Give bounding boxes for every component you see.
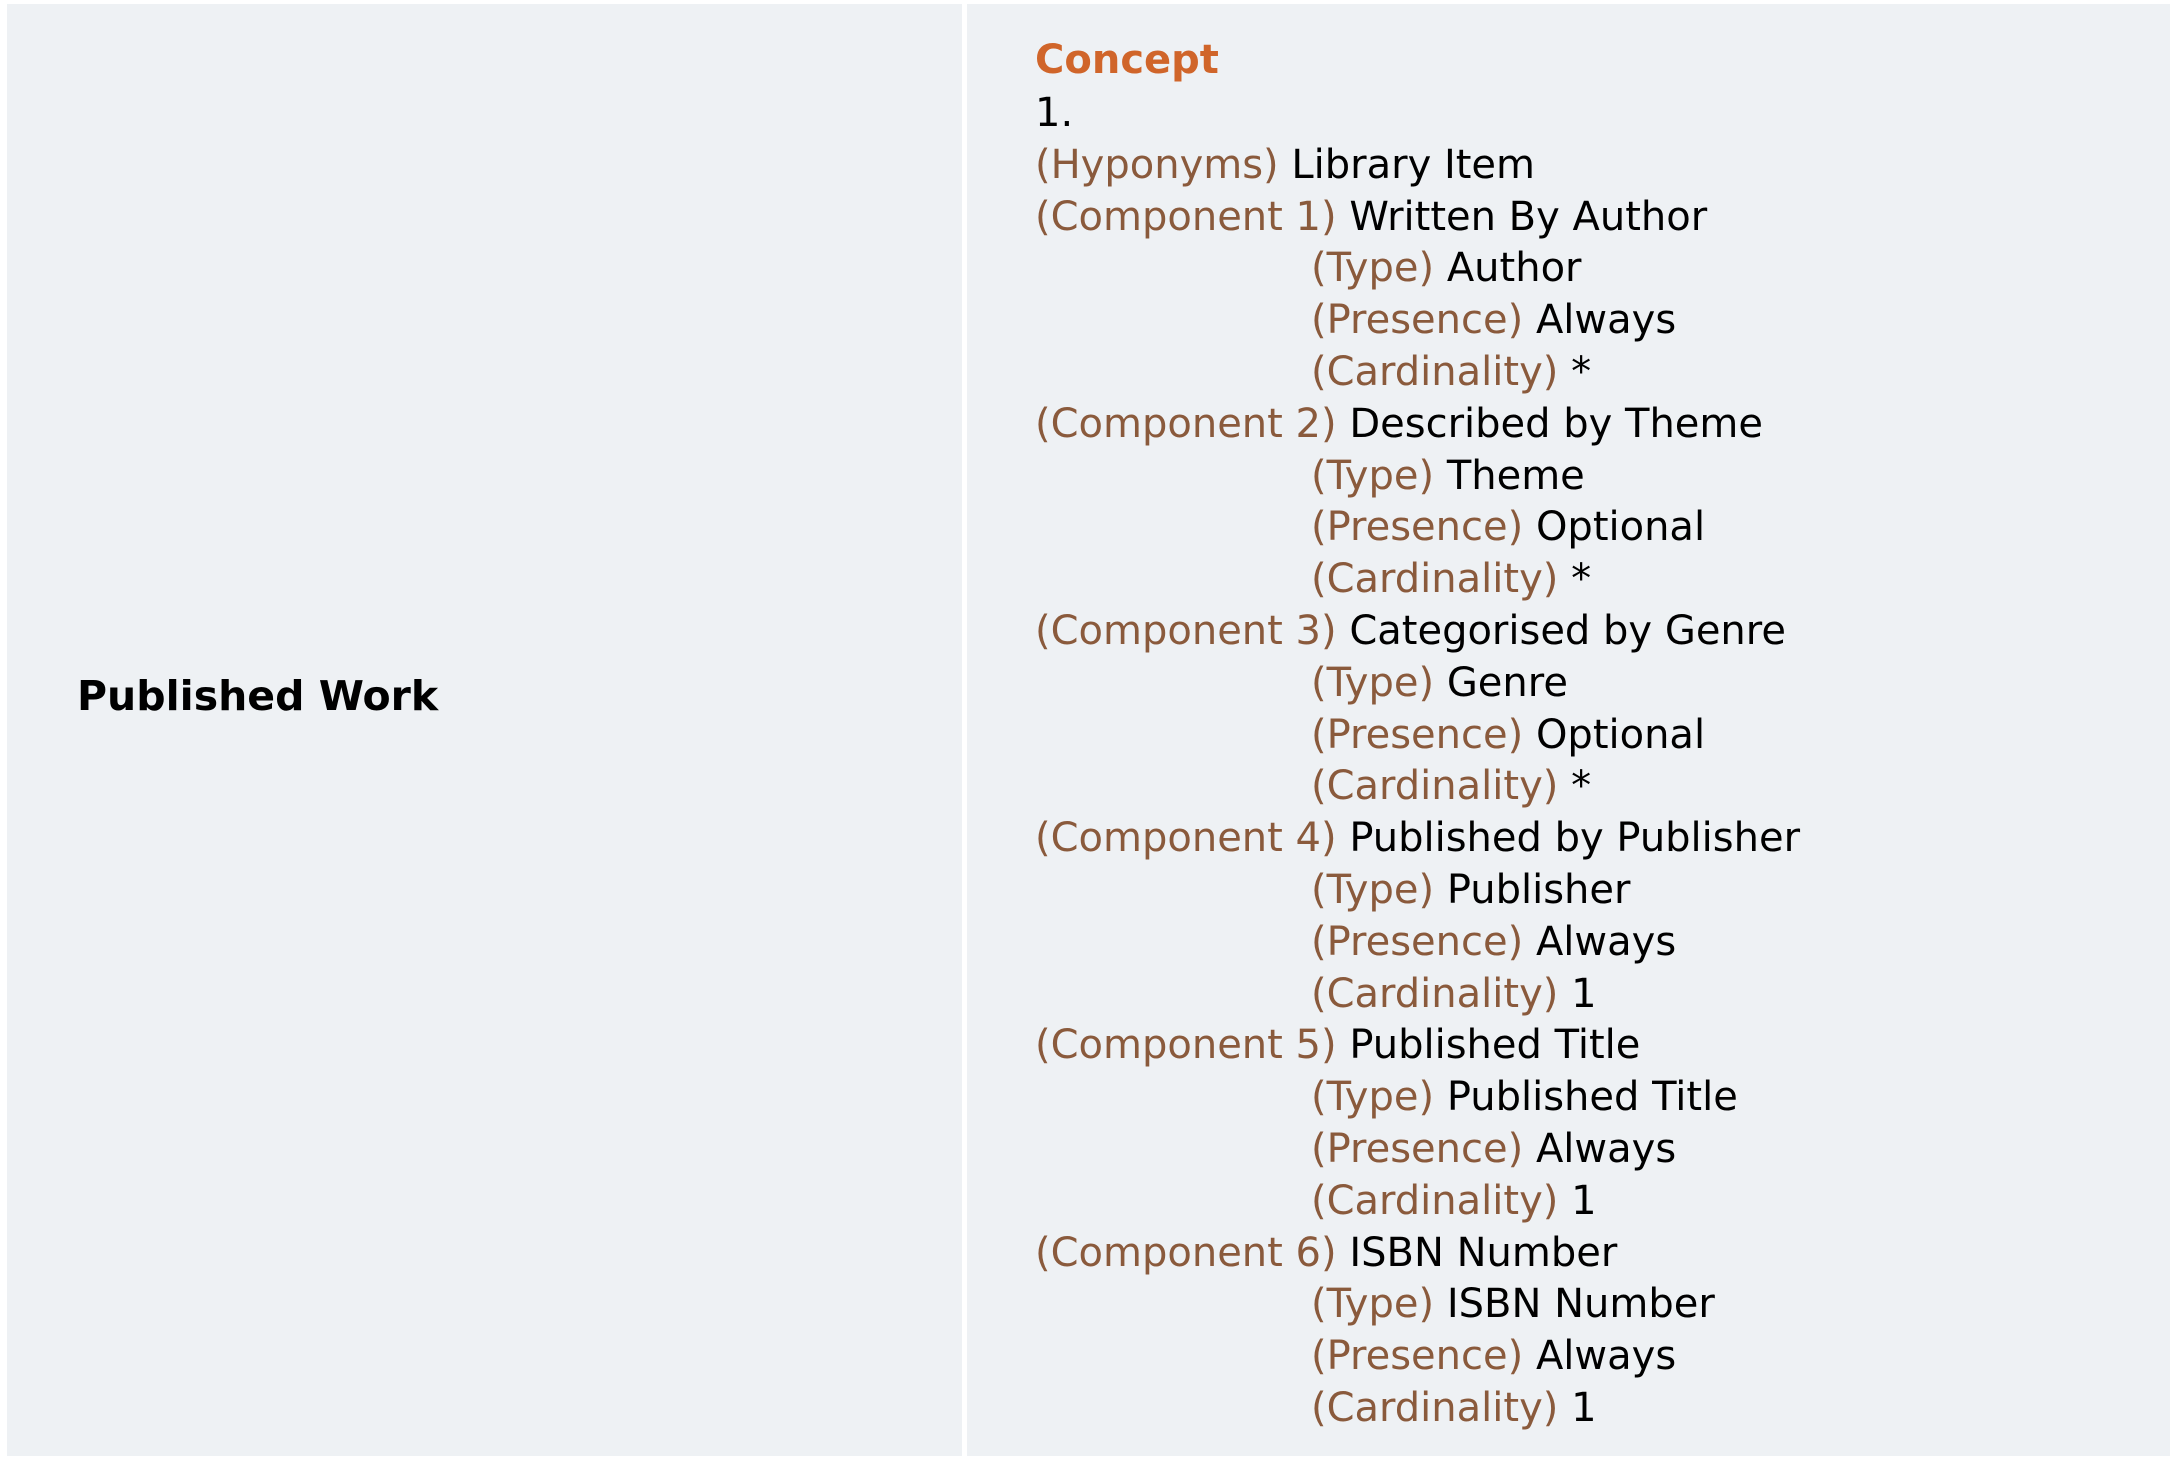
presence-label: (Presence) [1311, 711, 1524, 758]
component-row: (Component 4) Published by Publisher [1035, 813, 1800, 865]
type-row: (Type) Genre [1035, 658, 1800, 710]
type-row: (Type) ISBN Number [1035, 1279, 1800, 1331]
presence-row: (Presence) Optional [1035, 502, 1800, 554]
component-name: ISBN Number [1349, 1229, 1618, 1276]
cardinality-label: (Cardinality) [1311, 1177, 1559, 1224]
component-label: (Component 4) [1035, 815, 1337, 862]
cardinality-row: (Cardinality) * [1035, 347, 1800, 399]
hyponyms-row: (Hyponyms) Library Item [1035, 140, 1800, 192]
type-label: (Type) [1311, 245, 1435, 292]
type-label: (Type) [1311, 866, 1435, 913]
cardinality-label: (Cardinality) [1311, 556, 1559, 603]
type-label: (Type) [1311, 1281, 1435, 1328]
type-label: (Type) [1311, 452, 1435, 499]
cardinality-value: 1 [1571, 1177, 1597, 1224]
type-row: (Type) Published Title [1035, 1072, 1800, 1124]
component-block: (Component 4) Published by Publisher (Ty… [1035, 813, 1800, 1020]
presence-row: (Presence) Always [1035, 295, 1800, 347]
component-block: (Component 5) Published Title (Type) Pub… [1035, 1020, 1800, 1227]
presence-value: Always [1535, 918, 1677, 965]
concept-heading: Concept [1035, 37, 1219, 83]
component-row: (Component 5) Published Title [1035, 1020, 1800, 1072]
components-list: (Component 1) Written By Author (Type) A… [1035, 192, 1800, 1435]
component-name: Written By Author [1349, 193, 1708, 240]
cardinality-value: * [1571, 763, 1592, 810]
presence-value: Optional [1535, 504, 1706, 551]
cardinality-label: (Cardinality) [1311, 348, 1559, 395]
type-value: Published Title [1446, 1074, 1738, 1121]
cardinality-label: (Cardinality) [1311, 970, 1559, 1017]
type-value: Theme [1446, 452, 1585, 499]
component-label: (Component 2) [1035, 400, 1337, 447]
presence-label: (Presence) [1311, 1125, 1524, 1172]
cardinality-label: (Cardinality) [1311, 1384, 1559, 1431]
cardinality-row: (Cardinality) * [1035, 554, 1800, 606]
component-label: (Component 5) [1035, 1022, 1337, 1069]
type-row: (Type) Author [1035, 243, 1800, 295]
cardinality-row: (Cardinality) * [1035, 761, 1800, 813]
presence-value: Always [1535, 1333, 1677, 1380]
term-name: Published Work [77, 672, 439, 720]
component-block: (Component 2) Described by Theme (Type) … [1035, 399, 1800, 606]
component-block: (Component 1) Written By Author (Type) A… [1035, 192, 1800, 399]
presence-label: (Presence) [1311, 918, 1524, 965]
component-name: Described by Theme [1349, 400, 1763, 447]
presence-label: (Presence) [1311, 1333, 1524, 1380]
component-row: (Component 1) Written By Author [1035, 192, 1800, 244]
type-value: Author [1446, 245, 1582, 292]
type-row: (Type) Publisher [1035, 865, 1800, 917]
hyponyms-label: (Hyponyms) [1035, 141, 1279, 188]
component-name: Published by Publisher [1349, 815, 1801, 862]
component-name: Published Title [1349, 1022, 1641, 1069]
cardinality-value: 1 [1571, 970, 1597, 1017]
type-row: (Type) Theme [1035, 451, 1800, 503]
presence-row: (Presence) Always [1035, 917, 1800, 969]
definition-content: Concept 1. (Hyponyms) Library Item (Comp… [1035, 32, 1800, 1435]
cardinality-value: * [1571, 348, 1592, 395]
component-label: (Component 1) [1035, 193, 1337, 240]
cardinality-row: (Cardinality) 1 [1035, 1383, 1800, 1435]
cardinality-value: 1 [1571, 1384, 1597, 1431]
hyponyms-value: Library Item [1291, 141, 1536, 188]
component-row: (Component 6) ISBN Number [1035, 1228, 1800, 1280]
cardinality-value: * [1571, 556, 1592, 603]
presence-value: Optional [1535, 711, 1706, 758]
component-row: (Component 2) Described by Theme [1035, 399, 1800, 451]
term-cell [7, 4, 962, 1456]
type-label: (Type) [1311, 1074, 1435, 1121]
cardinality-row: (Cardinality) 1 [1035, 969, 1800, 1021]
type-value: Genre [1446, 659, 1568, 706]
presence-row: (Presence) Always [1035, 1331, 1800, 1383]
presence-value: Always [1535, 297, 1677, 344]
cardinality-row: (Cardinality) 1 [1035, 1176, 1800, 1228]
cardinality-label: (Cardinality) [1311, 763, 1559, 810]
presence-label: (Presence) [1311, 297, 1524, 344]
type-value: Publisher [1446, 866, 1631, 913]
concept-table: Published Work Concept 1. (Hyponyms) Lib… [0, 0, 2170, 1468]
definition-number: 1. [1035, 90, 1074, 136]
type-label: (Type) [1311, 659, 1435, 706]
component-label: (Component 6) [1035, 1229, 1337, 1276]
presence-row: (Presence) Optional [1035, 710, 1800, 762]
type-value: ISBN Number [1446, 1281, 1715, 1328]
component-name: Categorised by Genre [1349, 607, 1786, 654]
component-row: (Component 3) Categorised by Genre [1035, 606, 1800, 658]
presence-value: Always [1535, 1125, 1677, 1172]
component-block: (Component 6) ISBN Number (Type) ISBN Nu… [1035, 1228, 1800, 1435]
presence-label: (Presence) [1311, 504, 1524, 551]
component-block: (Component 3) Categorised by Genre (Type… [1035, 606, 1800, 813]
presence-row: (Presence) Always [1035, 1124, 1800, 1176]
component-label: (Component 3) [1035, 607, 1337, 654]
